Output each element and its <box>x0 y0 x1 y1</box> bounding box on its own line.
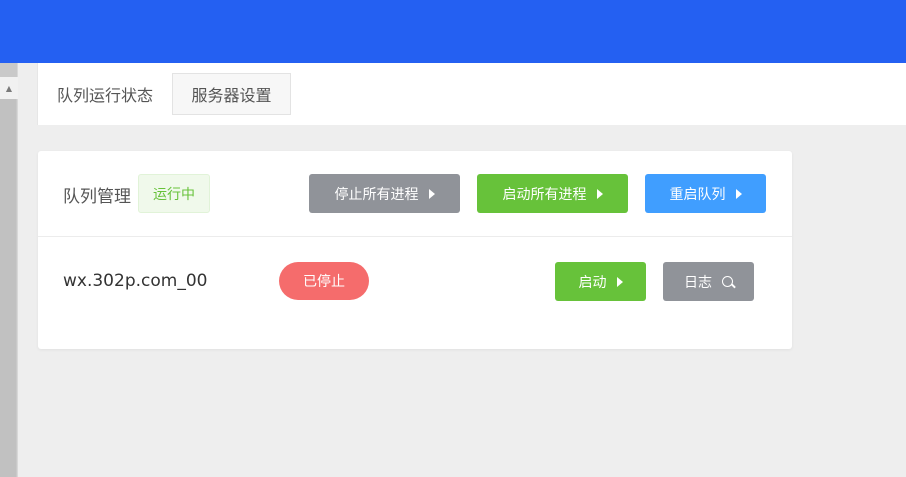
stop-all-processes-button[interactable]: 停止所有进程 <box>309 174 460 213</box>
caret-right-icon <box>428 188 435 199</box>
tab-queue-status-label: 队列运行状态 <box>56 86 153 105</box>
top-header-bar <box>0 0 906 63</box>
stop-all-processes-label: 停止所有进程 <box>334 186 419 203</box>
start-all-processes-button[interactable]: 启动所有进程 <box>477 174 628 213</box>
tab-bar: 队列运行状态 服务器设置 <box>37 63 906 125</box>
card-title: 队列管理 <box>63 187 131 207</box>
caret-right-icon <box>596 188 603 199</box>
start-process-label: 启动 <box>578 274 607 291</box>
restart-queue-button[interactable]: 重启队列 <box>645 174 766 213</box>
restart-queue-label: 重启队列 <box>669 186 726 203</box>
start-process-button[interactable]: 启动 <box>555 262 646 301</box>
card-header: 队列管理 运行中 停止所有进程 启动所有进程 重启队列 <box>38 151 792 237</box>
process-stopped-badge: 已停止 <box>279 262 369 300</box>
view-log-label: 日志 <box>684 274 712 291</box>
process-name: wx.302p.com_00 <box>63 271 208 291</box>
tab-server-settings-label: 服务器设置 <box>191 86 272 105</box>
tab-server-settings[interactable]: 服务器设置 <box>172 73 291 115</box>
view-log-button[interactable]: 日志 <box>663 262 754 301</box>
scrollbar-track[interactable] <box>0 99 16 477</box>
tab-queue-status[interactable]: 队列运行状态 <box>38 73 172 115</box>
search-icon <box>722 276 733 287</box>
scroll-up-arrow-icon[interactable]: ▲ <box>0 77 18 99</box>
caret-right-icon <box>735 188 742 199</box>
caret-right-icon <box>616 276 623 287</box>
queue-management-card: 队列管理 运行中 停止所有进程 启动所有进程 重启队列 wx.302p.com_… <box>38 151 792 349</box>
running-status-badge: 运行中 <box>138 174 210 213</box>
start-all-processes-label: 启动所有进程 <box>502 186 587 203</box>
